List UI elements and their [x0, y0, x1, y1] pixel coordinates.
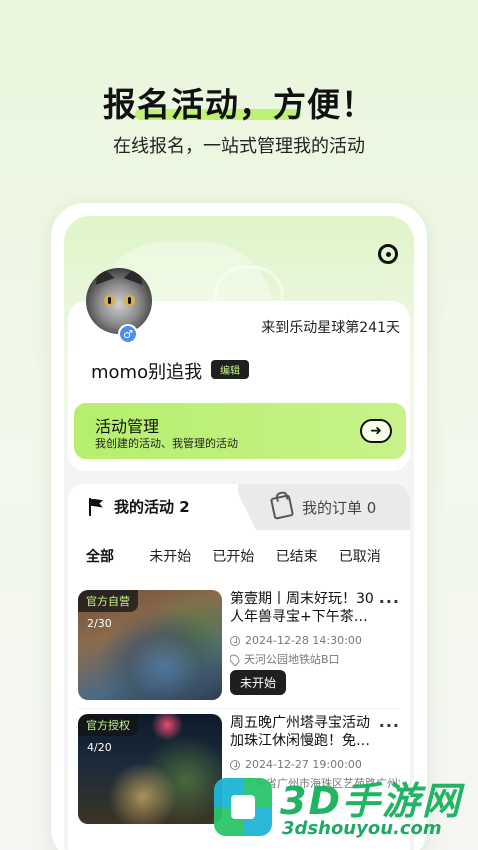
phone-frame: ♂ 来到乐动星球第241天 momo别追我 编辑 活动管理 我创建的活动、我管理…	[51, 203, 427, 850]
activity-source-tag: 官方授权	[78, 714, 138, 736]
arrow-right-icon[interactable]: ➜	[360, 419, 392, 443]
clock-icon	[230, 635, 240, 646]
participant-count: 4/20	[87, 741, 112, 754]
watermark-url: 3dshouyou.com	[282, 818, 442, 839]
filter-not-started[interactable]: 未开始	[149, 546, 212, 566]
filter-cancelled[interactable]: 已取消	[339, 546, 402, 566]
settings-icon[interactable]	[378, 244, 398, 264]
clock-icon	[230, 759, 240, 770]
promo-headline: 报名活动，方便！	[103, 85, 375, 124]
filter-started[interactable]: 已开始	[212, 546, 275, 566]
more-icon[interactable]: ···	[379, 592, 400, 611]
avatar[interactable]	[86, 268, 152, 334]
watermark-logo	[214, 778, 272, 836]
promo-subhead: 在线报名，一站式管理我的活动	[113, 136, 365, 157]
filter-ended[interactable]: 已结束	[276, 546, 339, 566]
app-screen: ♂ 来到乐动星球第241天 momo别追我 编辑 活动管理 我创建的活动、我管理…	[64, 216, 414, 850]
watermark: 3D手游网 3dshouyou.com	[214, 770, 472, 844]
tab-my-activities[interactable]: 我的活动 2	[86, 496, 190, 517]
filter-all[interactable]: 全部	[86, 546, 149, 566]
manage-card-subtitle: 我创建的活动、我管理的活动	[95, 437, 238, 450]
activity-location: 天河公园地铁站B口	[230, 651, 400, 667]
username: momo别追我	[91, 362, 203, 383]
activity-title: 周五晚广州塔寻宝活动加珠江休闲慢跑！免…	[230, 715, 370, 749]
activity-thumbnail: 官方自营 2/30	[78, 590, 222, 700]
activity-source-tag: 官方自营	[78, 590, 138, 612]
status-filter: 全部 未开始 已开始 已结束 已取消	[86, 546, 402, 566]
status-badge: 未开始	[230, 670, 287, 695]
edit-profile-button[interactable]: 编辑	[211, 360, 249, 379]
activity-time: 2024-12-28 14:30:00	[230, 634, 400, 647]
male-gender-icon: ♂	[118, 324, 138, 344]
tab-bar: 我的活动 2 我的订单 0	[68, 484, 410, 530]
divider	[78, 708, 400, 709]
member-days-text: 来到乐动星球第241天	[261, 320, 400, 336]
tab-label: 我的活动 2	[114, 498, 190, 516]
activity-title: 第壹期丨周末好玩！30人年兽寻宝+下午茶…	[230, 591, 374, 625]
participant-count: 2/30	[87, 617, 112, 630]
activity-management-card[interactable]: 活动管理 我创建的活动、我管理的活动 ➜	[74, 403, 406, 459]
pin-icon	[230, 651, 242, 667]
more-icon[interactable]: ···	[379, 716, 400, 735]
activity-thumbnail: 官方授权 4/20	[78, 714, 222, 824]
manage-card-title: 活动管理	[95, 417, 160, 436]
flag-icon	[86, 497, 106, 517]
tab-label: 我的订单 0	[302, 498, 377, 517]
watermark-title: 3D手游网	[280, 779, 462, 823]
activity-item[interactable]: 官方自营 2/30 第壹期丨周末好玩！30人年兽寻宝+下午茶… ··· 2024…	[78, 590, 400, 702]
bag-icon	[269, 494, 295, 520]
tab-my-orders[interactable]: 我的订单 0	[269, 494, 377, 520]
